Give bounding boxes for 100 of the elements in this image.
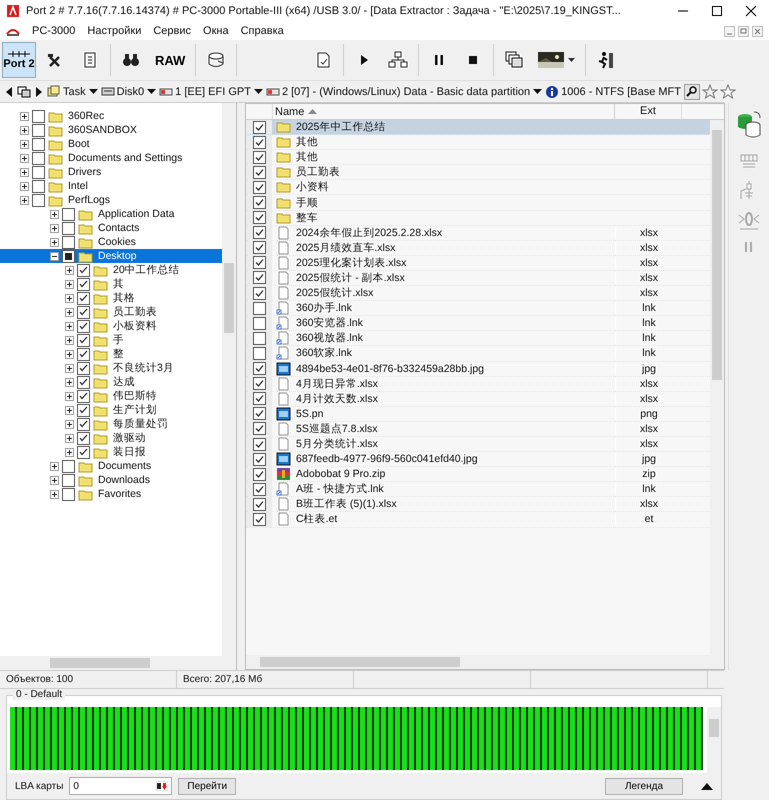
- search-icon[interactable]: [684, 84, 700, 100]
- checkbox[interactable]: [252, 211, 266, 224]
- checkbox[interactable]: [77, 334, 90, 346]
- expand-icon[interactable]: [65, 448, 74, 456]
- tree-item[interactable]: 手: [0, 333, 222, 347]
- expand-icon[interactable]: [65, 378, 74, 386]
- scrollbar[interactable]: [707, 707, 721, 773]
- scrollbar[interactable]: [246, 655, 724, 669]
- table-row[interactable]: 360软家.lnk lnk: [246, 346, 710, 362]
- table-row[interactable]: 4894be53-4e01-8f76-b332459a28bb.jpg jpg: [246, 362, 710, 377]
- checkbox[interactable]: [77, 278, 90, 290]
- expand-icon[interactable]: [65, 406, 74, 414]
- table-row[interactable]: 2024余年假止到2025.2.28.xlsx xlsx: [246, 226, 710, 241]
- table-row[interactable]: 小资料: [246, 180, 710, 196]
- checkbox[interactable]: [62, 460, 75, 472]
- tree-item[interactable]: Documents: [0, 459, 222, 473]
- expand-icon[interactable]: [20, 154, 29, 162]
- checkbox[interactable]: [252, 256, 266, 270]
- expand-icon[interactable]: [65, 280, 74, 288]
- expand-icon[interactable]: [50, 476, 59, 484]
- checkbox[interactable]: [62, 208, 75, 220]
- expand-icon[interactable]: [50, 238, 59, 246]
- checkbox[interactable]: [77, 418, 90, 430]
- database-sync-icon[interactable]: [736, 109, 762, 139]
- checkbox[interactable]: [252, 407, 266, 420]
- checkbox[interactable]: [252, 120, 266, 134]
- table-row[interactable]: B班工作表 (5)(1).xlsx xlsx: [246, 497, 710, 512]
- scrollbar[interactable]: [710, 120, 724, 655]
- checkbox[interactable]: [252, 512, 266, 526]
- column-header[interactable]: Ext: [615, 104, 682, 119]
- legend-button[interactable]: Легенда: [605, 778, 683, 794]
- expand-icon[interactable]: [65, 266, 74, 274]
- expand-icon[interactable]: [20, 140, 29, 148]
- checkbox[interactable]: [77, 432, 90, 444]
- expand-icon[interactable]: [20, 182, 29, 190]
- dropdown-icon[interactable]: [254, 89, 263, 94]
- expand-icon[interactable]: [65, 322, 74, 330]
- tree-item[interactable]: Favorites: [0, 487, 222, 501]
- table-row[interactable]: 360安览器.lnk lnk: [246, 316, 710, 332]
- expand-icon[interactable]: [50, 224, 59, 232]
- table-row[interactable]: 360办手.lnk lnk: [246, 301, 710, 316]
- expand-icon[interactable]: [65, 308, 74, 316]
- checkbox[interactable]: [32, 166, 45, 178]
- menu-item[interactable]: Настройки: [87, 25, 142, 37]
- checkbox[interactable]: [252, 316, 266, 330]
- table-row[interactable]: Adobobat 9 Pro.zip zip: [246, 467, 710, 482]
- tree-item[interactable]: Cookies: [0, 235, 222, 249]
- lba-field[interactable]: 0: [69, 777, 172, 795]
- checkbox[interactable]: [32, 110, 45, 122]
- dropdown-icon[interactable]: [88, 89, 98, 94]
- expand-icon[interactable]: [50, 462, 59, 470]
- checkbox[interactable]: [252, 468, 266, 481]
- expand-icon[interactable]: [65, 294, 74, 302]
- checkbox[interactable]: [252, 241, 266, 254]
- expand-icon[interactable]: [20, 126, 29, 134]
- dropdown-icon[interactable]: [533, 89, 542, 94]
- checkbox[interactable]: [252, 332, 266, 345]
- expand-icon[interactable]: [50, 490, 59, 498]
- collapse-icon[interactable]: [50, 252, 59, 260]
- checkbox[interactable]: [252, 362, 266, 376]
- collapse-icon[interactable]: [701, 782, 713, 790]
- checkbox[interactable]: [252, 452, 266, 466]
- checkbox[interactable]: [62, 250, 75, 262]
- tree-item[interactable]: 小板资料: [0, 319, 222, 333]
- port-button[interactable]: Port 2: [2, 42, 36, 78]
- table-row[interactable]: 整车: [246, 210, 710, 226]
- restore-icon[interactable]: [738, 26, 749, 36]
- checkbox[interactable]: [32, 124, 45, 136]
- raw-button[interactable]: RAW: [151, 45, 190, 75]
- star-icon[interactable]: [702, 84, 718, 100]
- checkbox[interactable]: [252, 346, 266, 360]
- expand-icon[interactable]: [20, 112, 29, 120]
- checkbox[interactable]: [252, 150, 266, 164]
- close-icon[interactable]: [745, 5, 757, 17]
- tree-item[interactable]: Contacts: [0, 221, 222, 235]
- table-row[interactable]: 2025年中工作总结: [246, 120, 710, 136]
- checkbox[interactable]: [32, 194, 45, 206]
- table-row[interactable]: 手顺: [246, 195, 710, 211]
- star-icon[interactable]: [720, 84, 736, 100]
- table-row[interactable]: 2025假统计 - 副本.xlsx xlsx: [246, 270, 710, 286]
- breadcrumb[interactable]: Task: [47, 85, 86, 98]
- tree-item[interactable]: Drivers: [0, 165, 222, 179]
- checkbox[interactable]: [77, 320, 90, 332]
- tree-item[interactable]: 达成: [0, 375, 222, 389]
- checkbox[interactable]: [252, 286, 266, 300]
- tree-item[interactable]: Documents and Settings: [0, 151, 222, 165]
- breadcrumb[interactable]: Disk0: [100, 85, 144, 98]
- forward-icon[interactable]: [34, 86, 44, 98]
- menu-item[interactable]: Окна: [203, 25, 229, 37]
- table-row[interactable]: 5S.pn png: [246, 406, 710, 422]
- scrollbar[interactable]: [222, 103, 236, 656]
- tree-item[interactable]: PerfLogs: [0, 193, 222, 207]
- tree-item[interactable]: 360Rec: [0, 109, 222, 123]
- breadcrumb[interactable]: 1 [EE] EFI GPT: [159, 85, 251, 98]
- tree-item[interactable]: 装日报: [0, 445, 222, 459]
- table-row[interactable]: C柱表.et et: [246, 512, 710, 528]
- tree-item[interactable]: 其: [0, 277, 222, 291]
- checkbox[interactable]: [252, 302, 266, 315]
- table-row[interactable]: 5月分类统计.xlsx xlsx: [246, 436, 710, 452]
- checkbox[interactable]: [252, 226, 266, 240]
